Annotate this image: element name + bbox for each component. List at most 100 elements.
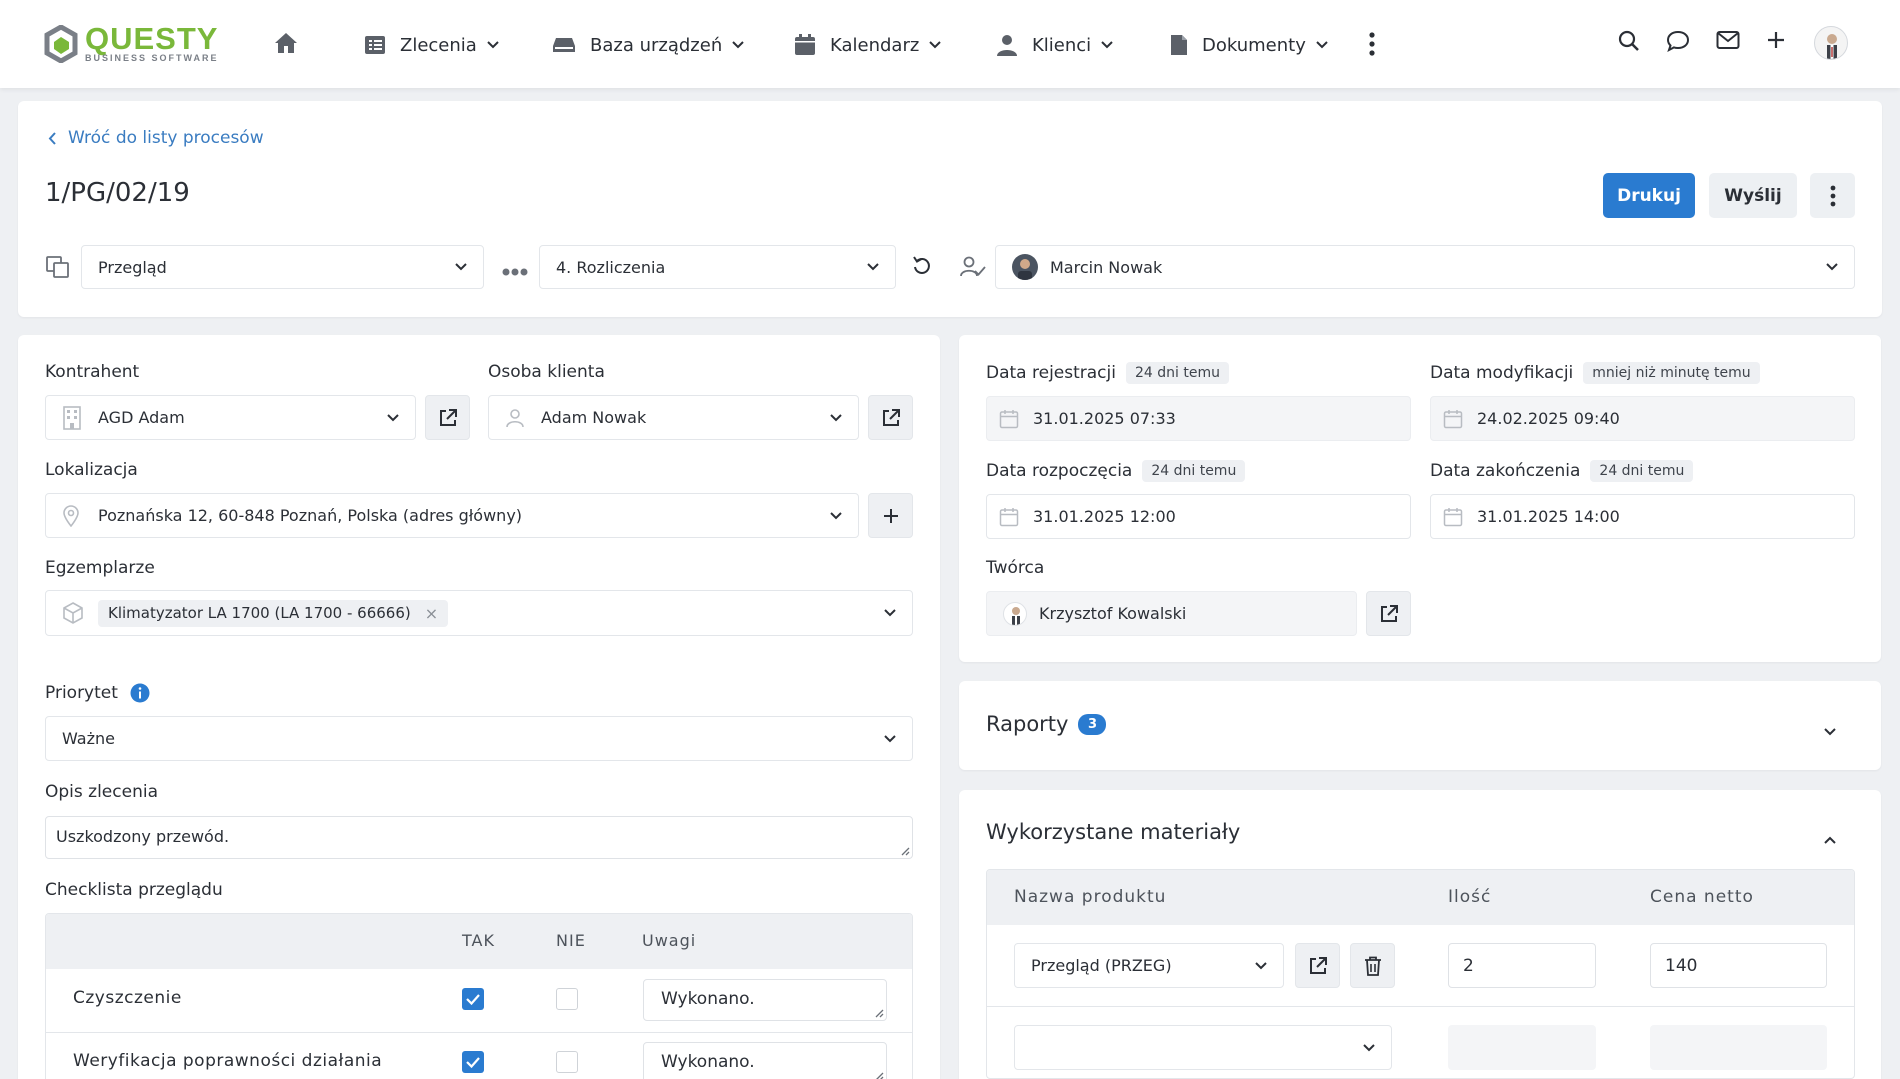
nav-item-zlecenia[interactable]: Zlecenia: [364, 28, 499, 62]
description-textarea[interactable]: Uszkodzony przewód.: [45, 816, 913, 859]
open-creator-button[interactable]: [1366, 591, 1411, 636]
start-date-badge: 24 dni temu: [1142, 460, 1246, 482]
checklist-row-no-checkbox[interactable]: [556, 1051, 578, 1073]
stage-select[interactable]: 4. Rozliczenia: [539, 245, 896, 289]
priority-select[interactable]: Ważne: [45, 716, 913, 761]
checklist-row-no-checkbox[interactable]: [556, 988, 578, 1010]
copy-icon[interactable]: [45, 255, 71, 283]
checklist-row-yes-checkbox[interactable]: [462, 988, 484, 1010]
materials-collapse-chevron-up-icon[interactable]: [1824, 829, 1836, 848]
questy-logo[interactable]: QUESTY BUSINESS SOFTWARE: [43, 23, 219, 63]
chevron-down-icon: [830, 511, 842, 519]
modification-date-field: 24.02.2025 09:40: [1430, 396, 1855, 441]
header-more-button[interactable]: [1810, 173, 1855, 218]
external-link-icon: [882, 408, 900, 426]
end-date-field[interactable]: 31.01.2025 14:00: [1430, 494, 1855, 539]
registration-date-label-text: Data rejestracji: [986, 363, 1116, 383]
open-product-button[interactable]: [1295, 943, 1340, 988]
info-icon[interactable]: [130, 683, 150, 703]
modification-date-value: 24.02.2025 09:40: [1477, 409, 1620, 428]
chevron-left-icon: [48, 131, 56, 145]
check-icon: [466, 994, 480, 1006]
materials-header-qty: Ilość: [1448, 887, 1492, 907]
nav-label: Dokumenty: [1202, 34, 1306, 56]
checklist-row-notes[interactable]: Wykonano.: [643, 979, 887, 1021]
reports-expand-chevron-down-icon[interactable]: [1824, 721, 1836, 740]
contractor-select[interactable]: AGD Adam: [45, 395, 416, 440]
open-contractor-button[interactable]: [425, 395, 470, 440]
checklist-row-yes-checkbox[interactable]: [462, 1051, 484, 1073]
new-material-price-input[interactable]: [1650, 1025, 1827, 1070]
document-icon: [1171, 35, 1187, 55]
end-date-badge: 24 dni temu: [1590, 460, 1694, 482]
material-price-value: 140: [1665, 955, 1698, 976]
new-material-qty-input[interactable]: [1448, 1025, 1596, 1070]
mail-icon[interactable]: [1716, 30, 1740, 54]
resize-grip-icon[interactable]: [900, 846, 910, 856]
back-to-process-list-link[interactable]: Wróć do listy procesów: [48, 128, 264, 148]
user-avatar[interactable]: [1814, 26, 1848, 60]
assignee-select[interactable]: Marcin Nowak: [995, 245, 1855, 289]
creator-label: Twórca: [986, 558, 1045, 578]
add-location-button[interactable]: [868, 493, 913, 538]
assignee-avatar: [1012, 254, 1038, 280]
modification-date-badge: mniej niż minutę temu: [1583, 362, 1760, 384]
chevron-down-icon: [830, 413, 842, 421]
print-button[interactable]: Drukuj: [1603, 173, 1695, 218]
open-client-person-button[interactable]: [868, 395, 913, 440]
plus-icon[interactable]: [1766, 30, 1786, 54]
checklist-row-name: Czyszczenie: [73, 988, 182, 1008]
nav-item-kalendarz[interactable]: Kalendarz: [794, 28, 942, 62]
material-qty-input[interactable]: 2: [1448, 943, 1596, 988]
reports-title: Raporty 3: [986, 712, 1107, 736]
contractor-label: Kontrahent: [45, 362, 140, 382]
page-title: 1/PG/02/19: [45, 178, 190, 208]
search-icon[interactable]: [1618, 30, 1640, 56]
delete-material-button[interactable]: [1350, 943, 1395, 988]
modification-date-label-text: Data modyfikacji: [1430, 363, 1574, 383]
more-vertical-icon: [1830, 185, 1835, 206]
external-link-icon: [439, 408, 457, 426]
unit-chip: Klimatyzator LA 1700 (LA 1700 - 66666) ×: [98, 599, 449, 627]
trash-icon: [1364, 956, 1381, 976]
units-select[interactable]: Klimatyzator LA 1700 (LA 1700 - 66666) ×: [45, 590, 913, 636]
more-vertical-icon[interactable]: [1368, 32, 1376, 60]
nav-item-klienci[interactable]: Klienci: [996, 28, 1113, 62]
resize-grip-icon[interactable]: [874, 1008, 884, 1018]
units-label: Egzemplarze: [45, 558, 155, 578]
chat-icon[interactable]: [1666, 30, 1690, 56]
process-type-select[interactable]: Przegląd: [81, 245, 484, 289]
nav-item-dokumenty[interactable]: Dokumenty: [1170, 28, 1328, 62]
calendar-icon: [1443, 507, 1463, 526]
client-person-select[interactable]: Adam Nowak: [488, 395, 859, 440]
creator-avatar: [1003, 601, 1027, 626]
checklist-row-notes[interactable]: Wykonano.: [643, 1042, 887, 1079]
location-select[interactable]: Poznańska 12, 60-848 Poznań, Polska (adr…: [45, 493, 859, 538]
nav-item-baza-urzadzen[interactable]: Baza urządzeń: [552, 28, 744, 62]
material-product-select[interactable]: Przegląd (PRZEG): [1014, 943, 1284, 988]
description-label: Opis zlecenia: [45, 782, 158, 802]
registration-date-badge: 24 dni temu: [1125, 362, 1229, 384]
process-type-value: Przegląd: [98, 257, 167, 277]
send-button[interactable]: Wyślij: [1709, 173, 1797, 218]
resize-grip-icon[interactable]: [874, 1071, 884, 1079]
row-divider: [46, 1032, 912, 1033]
location-label: Lokalizacja: [45, 460, 138, 480]
remove-unit-icon[interactable]: ×: [425, 604, 438, 623]
chevron-down-icon: [929, 41, 942, 49]
registration-date-value: 31.01.2025 07:33: [1033, 409, 1176, 428]
new-material-product-select[interactable]: [1014, 1025, 1392, 1070]
chevron-down-icon: [1363, 1043, 1375, 1051]
material-price-input[interactable]: 140: [1650, 943, 1827, 988]
end-date-value: 31.01.2025 14:00: [1477, 507, 1620, 526]
start-date-field[interactable]: 31.01.2025 12:00: [986, 494, 1411, 539]
undo-icon[interactable]: [912, 256, 932, 280]
box-icon: [63, 602, 83, 624]
checklist-table: TAK NIE Uwagi Czyszczenie Wykonano. Wery…: [45, 913, 913, 1079]
home-icon[interactable]: [274, 32, 298, 58]
client-person-label: Osoba klienta: [488, 362, 605, 382]
back-link-label: Wróć do listy procesów: [68, 128, 264, 148]
priority-label-text: Priorytet: [45, 683, 118, 703]
check-icon: [466, 1057, 480, 1069]
modification-date-label: Data modyfikacji mniej niż minutę temu: [1430, 362, 1760, 384]
